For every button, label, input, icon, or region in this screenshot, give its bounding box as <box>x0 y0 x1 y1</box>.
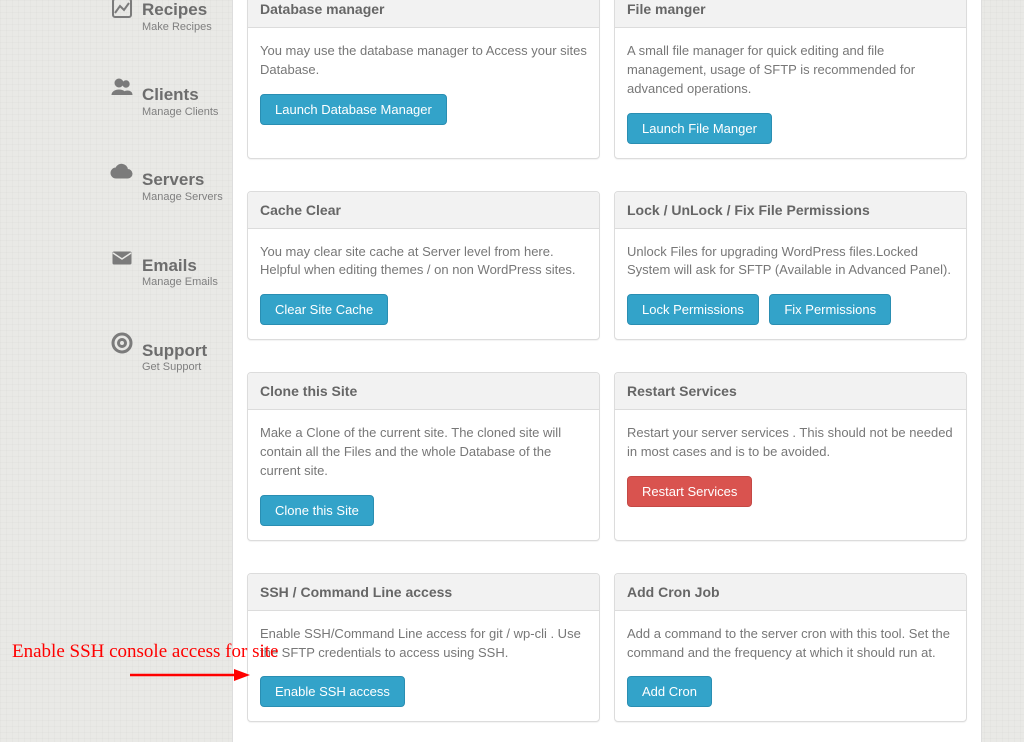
sidebar-item-title: Support <box>142 341 207 361</box>
card-desc: Enable SSH/Command Line access for git /… <box>260 625 587 663</box>
card-lock-permissions: Lock / UnLock / Fix File Permissions Unl… <box>614 191 967 341</box>
sidebar-item-sub: Make Recipes <box>142 21 212 34</box>
sidebar-item-text: Recipes Make Recipes <box>142 0 212 33</box>
clear-site-cache-button[interactable]: Clear Site Cache <box>260 294 388 325</box>
launch-database-manager-button[interactable]: Launch Database Manager <box>260 94 447 125</box>
card-title: Restart Services <box>615 373 966 410</box>
lock-permissions-button[interactable]: Lock Permissions <box>627 294 759 325</box>
card-title: Cache Clear <box>248 192 599 229</box>
card-desc: You may clear site cache at Server level… <box>260 243 587 281</box>
sidebar-item-sub: Manage Emails <box>142 276 218 289</box>
card-body: You may use the database manager to Acce… <box>248 28 599 139</box>
card-title: Add Cron Job <box>615 574 966 611</box>
sidebar-item-clients[interactable]: Clients Manage Clients <box>0 69 230 134</box>
card-title: Clone this Site <box>248 373 599 410</box>
card-body: A small file manager for quick editing a… <box>615 28 966 158</box>
card-add-cron: Add Cron Job Add a command to the server… <box>614 573 967 723</box>
support-icon <box>110 331 134 355</box>
clone-site-button[interactable]: Clone this Site <box>260 495 374 526</box>
sidebar-item-text: Emails Manage Emails <box>142 256 218 289</box>
card-title: SSH / Command Line access <box>248 574 599 611</box>
card-desc: A small file manager for quick editing a… <box>627 42 954 99</box>
card-desc: You may use the database manager to Acce… <box>260 42 587 80</box>
cloud-icon <box>110 160 134 184</box>
cards-row: Clone this Site Make a Clone of the curr… <box>247 372 967 541</box>
sidebar: Recipes Make Recipes Clients Manage Clie… <box>0 0 230 390</box>
card-body: You may clear site cache at Server level… <box>248 229 599 340</box>
card-body: Restart your server services . This shou… <box>615 410 966 521</box>
sidebar-item-sub: Manage Clients <box>142 106 218 119</box>
add-cron-button[interactable]: Add Cron <box>627 676 712 707</box>
sidebar-item-recipes[interactable]: Recipes Make Recipes <box>0 0 230 49</box>
main-content: Database manager You may use the databas… <box>232 0 982 742</box>
recipe-icon <box>110 0 134 20</box>
sidebar-item-title: Recipes <box>142 0 212 20</box>
card-title: File manger <box>615 0 966 28</box>
cards-row: Database manager You may use the databas… <box>247 0 967 159</box>
card-restart-services: Restart Services Restart your server ser… <box>614 372 967 541</box>
card-desc: Restart your server services . This shou… <box>627 424 954 462</box>
launch-file-manager-button[interactable]: Launch File Manger <box>627 113 772 144</box>
sidebar-item-servers[interactable]: Servers Manage Servers <box>0 154 230 219</box>
card-database-manager: Database manager You may use the databas… <box>247 0 600 159</box>
sidebar-item-title: Servers <box>142 170 223 190</box>
cards-row: Cache Clear You may clear site cache at … <box>247 191 967 341</box>
sidebar-item-sub: Manage Servers <box>142 191 223 204</box>
card-body: Unlock Files for upgrading WordPress fil… <box>615 229 966 340</box>
card-desc: Unlock Files for upgrading WordPress fil… <box>627 243 954 281</box>
clients-icon <box>110 75 134 99</box>
card-body: Add a command to the server cron with th… <box>615 611 966 722</box>
card-clone-site: Clone this Site Make a Clone of the curr… <box>247 372 600 541</box>
sidebar-item-text: Support Get Support <box>142 341 207 374</box>
enable-ssh-access-button[interactable]: Enable SSH access <box>260 676 405 707</box>
sidebar-item-text: Clients Manage Clients <box>142 85 218 118</box>
restart-services-button[interactable]: Restart Services <box>627 476 752 507</box>
card-body: Enable SSH/Command Line access for git /… <box>248 611 599 722</box>
card-ssh-access: SSH / Command Line access Enable SSH/Com… <box>247 573 600 723</box>
card-file-manager: File manger A small file manager for qui… <box>614 0 967 159</box>
sidebar-item-sub: Get Support <box>142 361 207 374</box>
sidebar-item-support[interactable]: Support Get Support <box>0 325 230 390</box>
card-desc: Add a command to the server cron with th… <box>627 625 954 663</box>
annotation-text: Enable SSH console access for site <box>12 641 278 663</box>
sidebar-item-title: Emails <box>142 256 218 276</box>
card-desc: Make a Clone of the current site. The cl… <box>260 424 587 481</box>
card-body: Make a Clone of the current site. The cl… <box>248 410 599 540</box>
sidebar-item-emails[interactable]: Emails Manage Emails <box>0 240 230 305</box>
card-title: Lock / UnLock / Fix File Permissions <box>615 192 966 229</box>
fix-permissions-button[interactable]: Fix Permissions <box>769 294 891 325</box>
sidebar-item-title: Clients <box>142 85 218 105</box>
card-title: Database manager <box>248 0 599 28</box>
card-cache-clear: Cache Clear You may clear site cache at … <box>247 191 600 341</box>
sidebar-item-text: Servers Manage Servers <box>142 170 223 203</box>
cards-row: SSH / Command Line access Enable SSH/Com… <box>247 573 967 723</box>
mail-icon <box>110 246 134 270</box>
